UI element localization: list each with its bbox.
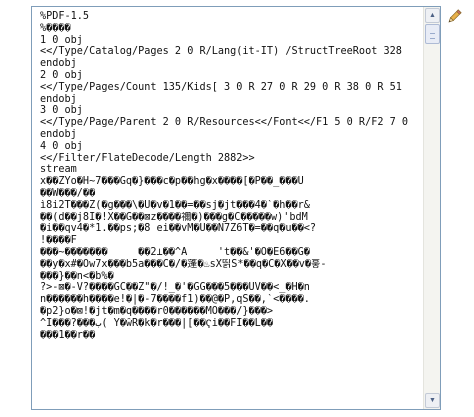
text-line: stream: [40, 164, 77, 176]
text-line: ���}��n<�b%�: [40, 270, 114, 282]
text-line: ���1��r��: [40, 329, 96, 341]
text-line: ^I���?���ب( Y�ŵR�k�r���|[��Ҁi��FI��L��: [40, 317, 274, 329]
pdf-raw-text-content[interactable]: %PDF-1.5 %���� 1 0 obj <</Type/Catalog/Page…: [32, 7, 423, 409]
thumb-grip-icon: [430, 33, 435, 39]
scroll-down-arrow-icon[interactable]: ▼: [425, 393, 440, 408]
scroll-up-arrow-icon[interactable]: ▲: [425, 8, 440, 23]
text-line: endobj: [40, 58, 77, 70]
text-line: <</Type/Page/Parent 2 0 R/Resources<</Fo…: [40, 117, 409, 129]
text-line: ?>-⊠�-V?����GC��Z"�/!_�'�GG���5���UV��<_…: [40, 282, 310, 294]
text-line: 3 0 obj: [40, 105, 83, 117]
text-line: 4 0 obj: [40, 140, 83, 152]
text-line: ��y�x#�Ow7x���b5a���C�/�蓬�♨sX띩S*��q�C�X�…: [40, 258, 327, 270]
text-line: ì8i2T���Z(�g���\�U�v�1��=��sj�jt���4�`�h…: [40, 199, 310, 211]
text-line: <</Type/Pages/Count 135/Kids[ 3 0 R 27 0…: [40, 81, 402, 93]
text-line: %����: [40, 22, 71, 34]
text-line: <</Filter/FlateDecode/Length 2882>>: [40, 152, 255, 164]
text-line: ��(d��j8I�!X��G��⊠z����禰�)���g�C�����w)'…: [40, 211, 308, 223]
text-line: ���~������� ��2⊥��^A 't��&'�O�E6��G�: [40, 246, 310, 258]
text-line: ��W���/��: [40, 187, 96, 199]
text-line: <</Type/Catalog/Pages 2 0 R/Lang(it-IT) …: [40, 46, 402, 58]
text-line: !����F: [40, 235, 77, 247]
text-line: �p2}o�⊠!�jt�m�q����r0������MO���/}���>: [40, 305, 274, 317]
text-line: 2 0 obj: [40, 69, 83, 81]
text-line: x��ZYo�H~7���Gq�}���c�p��hg�x����[�P��_�…: [40, 176, 304, 188]
text-line: endobj: [40, 93, 77, 105]
text-line: %PDF-1.5: [40, 11, 90, 22]
scroll-thumb[interactable]: [425, 24, 440, 44]
file-text-viewer[interactable]: %PDF-1.5 %���� 1 0 obj <</Type/Catalog/Page…: [31, 6, 441, 410]
text-line: n������h����e!�|�-7����f1)��@�P,qS��,`<�…: [40, 294, 310, 306]
text-line: 1 0 obj: [40, 34, 83, 46]
text-line: �i��qv4�*1.��ps;�8 ei��vM�U��N7Z6T�=��q�…: [40, 223, 317, 235]
vertical-scrollbar[interactable]: ▲ ▼: [423, 7, 440, 409]
text-line: endobj: [40, 128, 77, 140]
pencil-edit-icon[interactable]: [445, 8, 463, 26]
